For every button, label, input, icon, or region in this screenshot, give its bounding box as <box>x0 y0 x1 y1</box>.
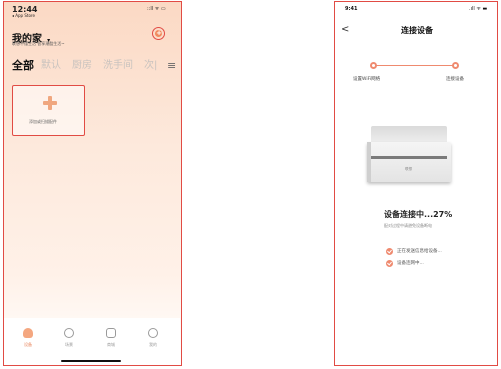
page-title: 连接设备 <box>401 26 433 35</box>
status-item-label: 设备连网中... <box>397 260 424 266</box>
step-2-dot <box>452 62 459 69</box>
add-accessory-card[interactable]: 添加或扫描配件 <box>12 85 85 136</box>
nav-mall-label: 商城 <box>107 342 115 347</box>
home-subtitle: 联想不懂生活 智享潮酷生活~ <box>12 41 65 46</box>
step-1-label: 设置WiFi网络 <box>353 77 381 82</box>
step-2-label: 连接设备 <box>446 77 464 82</box>
add-button[interactable]: + <box>152 27 165 40</box>
check-icon <box>386 260 393 267</box>
nav-scenes-label: 场景 <box>65 342 73 347</box>
home-indicator <box>61 360 121 362</box>
printer-logo: 联想 <box>405 167 412 171</box>
nav-scenes[interactable]: 场景 <box>62 328 76 352</box>
tab-default[interactable]: 默认 <box>41 61 61 71</box>
phone-screen-connect: 9:41 .ıll ᯤ ▬ < 连接设备 设置WiFi网络 连接设备 联想 设备… <box>334 1 498 366</box>
add-accessory-label: 添加或扫描配件 <box>29 119 57 124</box>
tab-washroom[interactable]: 洗手间 <box>103 61 133 71</box>
status-icons: .ıll ᯤ ▬ <box>469 6 488 12</box>
room-tabs: 全部 默认 厨房 洗手间 次| ≡ <box>12 60 181 72</box>
nav-me[interactable]: 我的 <box>146 328 160 352</box>
status-time: 9:41 <box>345 6 358 12</box>
status-icons: ::ll ᯤ ▭ <box>147 6 166 12</box>
progress-subtitle: 配对过程中请避免设备断电 <box>384 223 432 228</box>
nav-devices[interactable]: 设备 <box>21 328 35 352</box>
menu-icon[interactable]: ≡ <box>167 60 176 71</box>
printer-illustration: 联想 <box>363 126 453 186</box>
tab-all[interactable]: 全部 <box>12 60 34 71</box>
me-icon <box>148 328 158 338</box>
tab-bedroom[interactable]: 次| <box>144 61 157 71</box>
tab-kitchen[interactable]: 厨房 <box>72 61 92 71</box>
add-icon: + <box>154 28 163 38</box>
nav-devices-label: 设备 <box>24 342 32 347</box>
back-to-app-store-link[interactable]: ◂ App Store <box>12 14 35 18</box>
status-item-label: 正在发送信息给设备... <box>397 248 442 254</box>
devices-icon <box>23 328 33 338</box>
step-1-dot <box>370 62 377 69</box>
nav-me-label: 我的 <box>149 342 157 347</box>
plus-icon <box>43 96 57 110</box>
nav-mall[interactable]: 商城 <box>104 328 118 352</box>
scenes-icon <box>64 328 74 338</box>
progress-title: 设备连接中...27% <box>384 210 453 219</box>
mall-icon <box>106 328 116 338</box>
check-icon <box>386 248 393 255</box>
step-connector <box>373 65 455 67</box>
bottom-nav: 设备 场景 商城 我的 <box>4 318 180 364</box>
back-button[interactable]: < <box>341 25 349 35</box>
phone-screen-home: 12:44 ◂ App Store ::ll ᯤ ▭ 我的家 ▾ 联想不懂生活 … <box>3 1 182 366</box>
